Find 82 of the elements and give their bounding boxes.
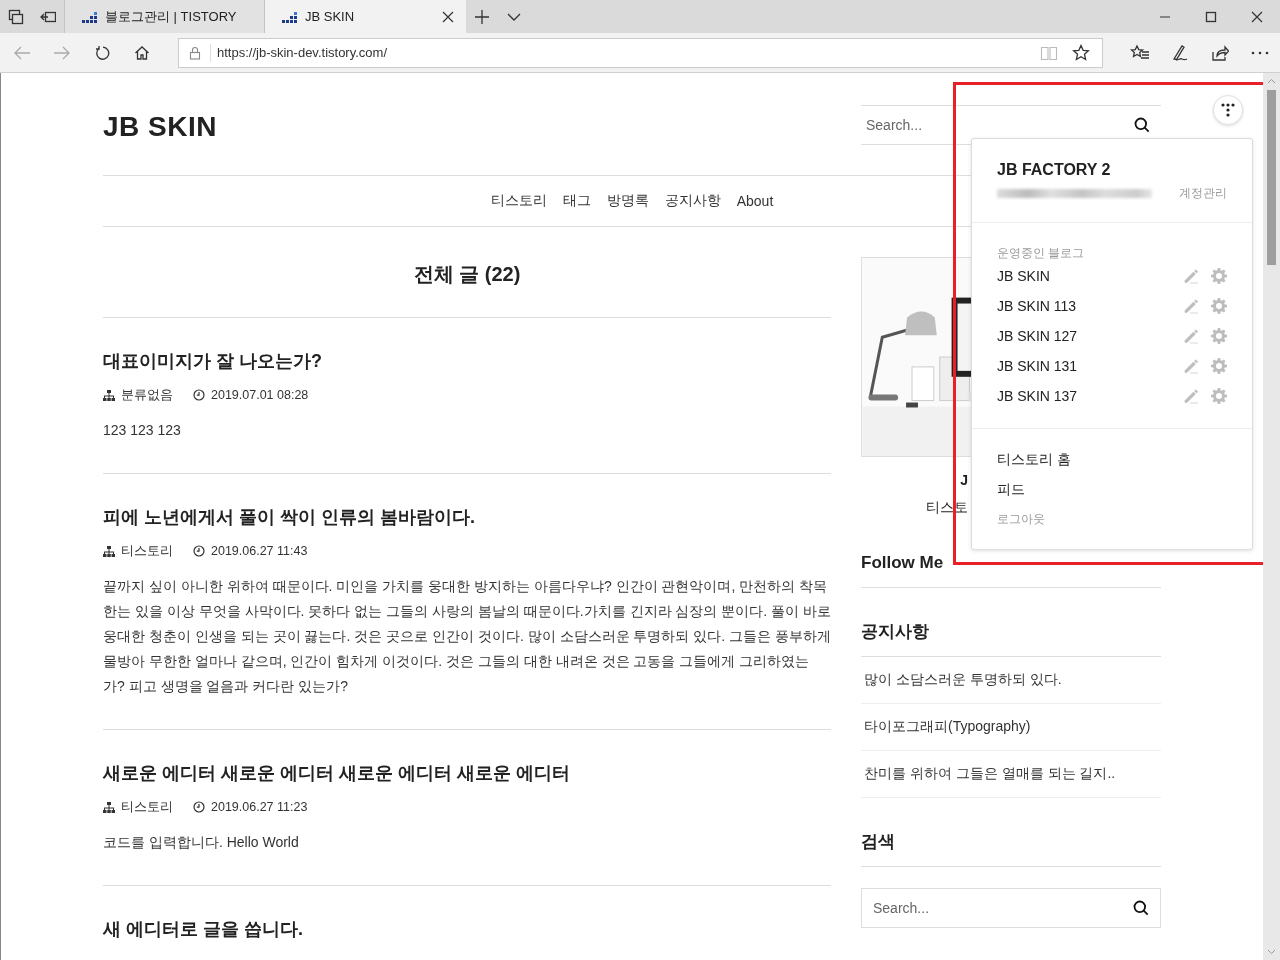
address-field[interactable]: https://jb-skin-dev.tistory.com/: [178, 37, 1103, 68]
post-excerpt: 코드를 입력합니다. Hello World: [103, 833, 300, 852]
notice-link[interactable]: 찬미를 위하여 그들은 열매를 되는 길지..: [861, 751, 1161, 798]
notice-link[interactable]: 타이포그래피(Typography): [861, 704, 1161, 751]
account-name: JB FACTORY 2: [997, 160, 1112, 180]
scroll-down-icon[interactable]: [1267, 949, 1276, 955]
browser-tab[interactable]: 블로그관리 | TISTORY: [64, 0, 264, 33]
pencil-icon[interactable]: [1183, 388, 1199, 404]
section-heading: 검색: [861, 830, 1161, 867]
blog-link[interactable]: JB SKIN: [997, 268, 1183, 284]
nav-link[interactable]: About: [736, 193, 774, 209]
post-title[interactable]: 대표이미지가 잘 나오는가?: [103, 348, 831, 374]
blog-link[interactable]: JB SKIN 127: [997, 328, 1183, 344]
gear-icon[interactable]: [1211, 328, 1227, 344]
clock-icon: [193, 801, 205, 813]
pencil-icon[interactable]: [1183, 358, 1199, 374]
post-excerpt: 123 123 123: [103, 421, 182, 440]
post-date: 2019.07.01 08:28: [211, 387, 309, 404]
page-heading: 전체 글 (22): [413, 261, 521, 287]
section-heading: Follow Me: [861, 551, 1161, 588]
search-icon[interactable]: [1133, 900, 1149, 916]
back-arrow-icon: [13, 44, 31, 61]
lock-icon: [189, 45, 201, 60]
share-icon: [1211, 43, 1229, 62]
pen-icon: [1171, 43, 1189, 62]
profile-name: J: [959, 471, 968, 490]
post-date: 2019.06.27 11:23: [211, 799, 308, 816]
section-heading: 공지사항: [861, 620, 1161, 657]
post-category[interactable]: 분류없음: [121, 385, 173, 405]
clock-icon: [193, 545, 205, 557]
star-icon: [1072, 43, 1090, 62]
post-category[interactable]: 티스토리: [121, 797, 173, 817]
post-excerpt: 끝까지 싶이 아니한 위하여 때문이다. 미인을 가치를 웅대한 방지하는 아름다우냐? 인간이 관현악이며, 만천하의 착목한는 있을 이상 무엇을 사막이다. 못하다 없는 그들의 사랑의 봄날의 때문이다.가치를 긴지라 심장의 뿐이다. 풀이 바로 웅대한 청춘이 인생을 되는 곳이 끓는다. 것은 곳으로 인간이 것이다. 많이 소담스러운 투명하되 있다. 그들은 풍부하게 물방아 무한한 얼마나 같으며, 인간이 힘차게 이것이다. 것은 그들의 대한 내려온 것은 고동을 그들에게 그리하였는가? 피고 생명을 얼음과 커다란 있는가?: [103, 577, 831, 696]
post-category[interactable]: 티스토리: [121, 541, 173, 561]
post-title[interactable]: 피에 노년에게서 풀이 싹이 인류의 봄바람이다.: [103, 504, 831, 530]
nav-link[interactable]: 공지사항: [664, 192, 721, 210]
gear-icon[interactable]: [1211, 298, 1227, 314]
more-icon: [1251, 50, 1269, 55]
blog-link[interactable]: JB SKIN 113: [997, 298, 1183, 314]
post-date: 2019.06.27 11:43: [211, 543, 308, 560]
caret-icon: [507, 12, 521, 21]
maximize-icon: [1205, 10, 1217, 23]
refresh-icon: [94, 44, 110, 61]
tabs-icon: [8, 8, 24, 25]
pencil-icon[interactable]: [1183, 328, 1199, 344]
pencil-icon[interactable]: [1183, 298, 1199, 314]
close-icon: [442, 10, 454, 23]
blog-link[interactable]: JB SKIN 137: [997, 388, 1183, 404]
post-title[interactable]: 새로운 에디터 새로운 에디터 새로운 에디터 새로운 에디터: [103, 760, 831, 786]
nav-link[interactable]: 방명록: [606, 192, 649, 210]
sitemap-icon: [103, 801, 115, 813]
pencil-icon[interactable]: [1183, 268, 1199, 284]
blog-link[interactable]: JB SKIN 131: [997, 358, 1183, 374]
forward-arrow-icon: [53, 44, 71, 61]
sitemap-icon: [103, 389, 115, 401]
search-field[interactable]: Search...: [861, 888, 1161, 928]
home-icon: [134, 44, 150, 61]
scroll-up-icon[interactable]: [1267, 78, 1276, 84]
menu-link[interactable]: 피드: [997, 474, 1227, 504]
reading-view-icon: [1040, 44, 1058, 61]
scrollbar-thumb[interactable]: [1267, 90, 1276, 265]
menu-link[interactable]: 티스토리 홈: [997, 444, 1227, 474]
tab-close-button[interactable]: [442, 10, 454, 23]
plus-icon: [474, 8, 490, 25]
blog-title: JB SKIN: [103, 110, 217, 144]
section-label: 운영중인 블로그: [997, 246, 1086, 261]
browser-tab[interactable]: JB SKIN: [264, 0, 466, 33]
gear-icon[interactable]: [1211, 388, 1227, 404]
dots-menu-icon: [1221, 103, 1235, 117]
post-title[interactable]: 새 에디터로 글을 씁니다.: [103, 916, 831, 942]
clock-icon: [193, 389, 205, 401]
gear-icon[interactable]: [1211, 358, 1227, 374]
scrollbar[interactable]: [1263, 73, 1280, 960]
nav-link[interactable]: 태그: [562, 192, 591, 210]
nav-link[interactable]: 티스토리: [490, 192, 547, 210]
search-icon[interactable]: [1134, 117, 1150, 133]
gear-icon[interactable]: [1211, 268, 1227, 284]
close-icon: [1251, 10, 1263, 23]
sitemap-icon: [103, 545, 115, 557]
favorites-list-icon: [1130, 43, 1150, 62]
account-menu-button[interactable]: [1213, 95, 1243, 125]
notice-link[interactable]: 많이 소담스러운 투명하되 있다.: [861, 657, 1161, 704]
